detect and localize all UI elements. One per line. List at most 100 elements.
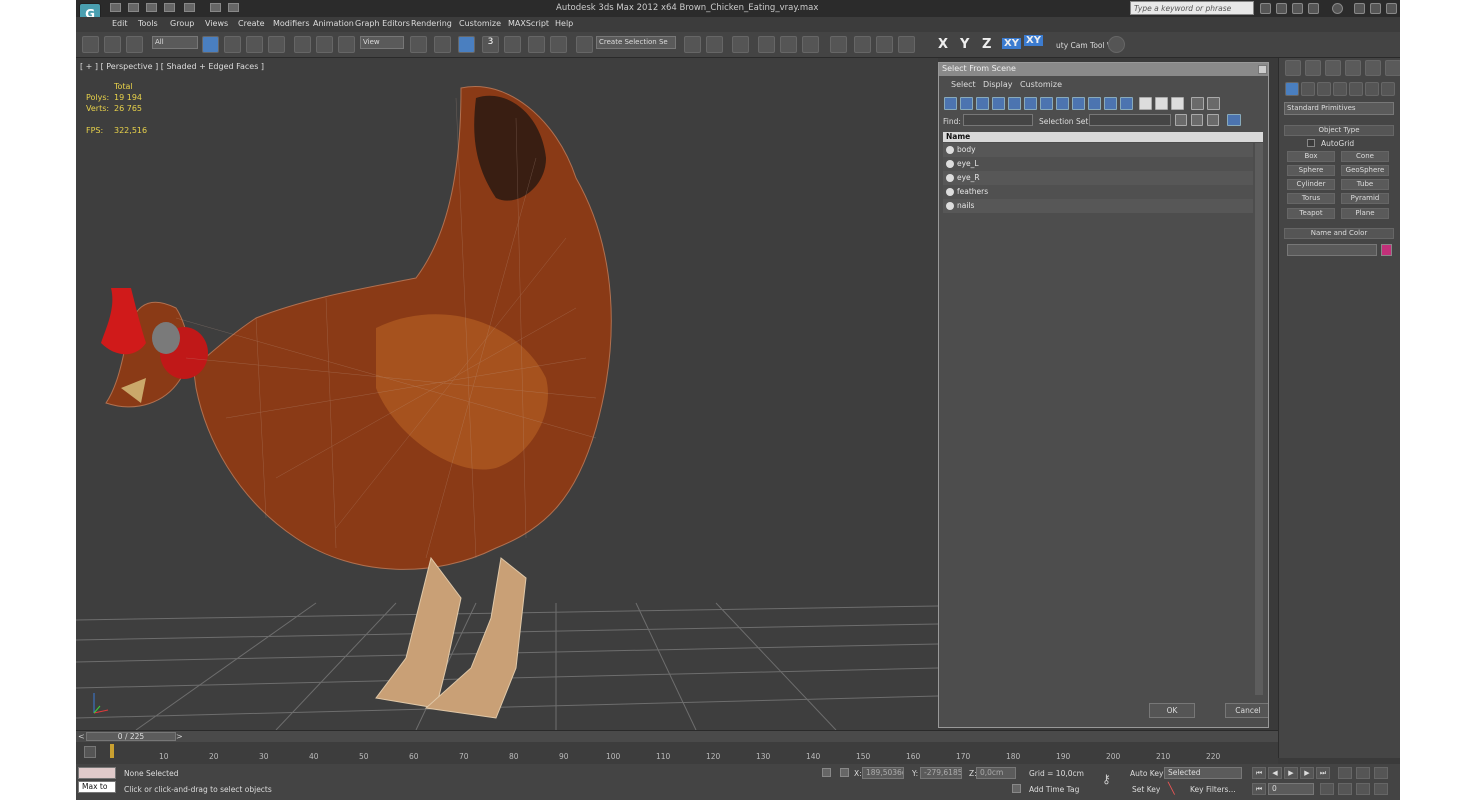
axis-z-constraint[interactable]: Z [982, 37, 991, 52]
go-to-start-icon[interactable]: ⏮ [1252, 767, 1266, 779]
display-none-icon[interactable] [1155, 97, 1168, 110]
y-coord-field[interactable]: -279,6185c [920, 767, 962, 779]
cameras-category-icon[interactable] [1333, 82, 1347, 96]
communication-icon[interactable] [1292, 3, 1303, 14]
key-mode-toggle-icon[interactable]: ⏮ [1252, 783, 1266, 795]
set-key-button[interactable]: Set Key [1132, 785, 1160, 794]
dialog-menu-customize[interactable]: Customize [1020, 80, 1062, 89]
sphere-button[interactable]: Sphere [1287, 165, 1335, 176]
list-scrollbar[interactable] [1255, 143, 1263, 695]
material-editor-icon[interactable] [830, 36, 847, 53]
unlink-selection-icon[interactable] [104, 36, 121, 53]
menu-help[interactable]: Help [555, 19, 573, 28]
render-production-icon[interactable] [898, 36, 915, 53]
menu-animation[interactable]: Animation [313, 19, 354, 28]
autogrid-checkbox[interactable] [1307, 139, 1315, 147]
selection-filter-dropdown[interactable]: All [152, 36, 198, 49]
track-ruler[interactable]: 10 20 30 40 50 60 70 80 90 100 110 120 1… [112, 742, 1238, 764]
hierarchy-tab-icon[interactable] [1325, 60, 1341, 76]
selection-set-dropdown[interactable] [1089, 114, 1171, 126]
graphite-modeling-icon[interactable] [758, 36, 775, 53]
edit-named-selection-icon[interactable] [576, 36, 593, 53]
menu-maxscript[interactable]: MAXScript [508, 19, 549, 28]
close-icon[interactable] [1386, 3, 1397, 14]
shapes-category-icon[interactable] [1301, 82, 1315, 96]
absolute-mode-icon[interactable] [840, 768, 849, 777]
select-and-scale-icon[interactable] [338, 36, 355, 53]
geometry-category-icon[interactable] [1285, 82, 1299, 96]
axis-xy-cycle-constraint[interactable]: XY [1024, 35, 1043, 46]
cylinder-button[interactable]: Cylinder [1287, 179, 1335, 190]
select-invert-icon[interactable] [1207, 114, 1219, 126]
track-bar[interactable]: 10 20 30 40 50 60 70 80 90 100 110 120 1… [76, 742, 1278, 764]
menu-create[interactable]: Create [238, 19, 265, 28]
lights-category-icon[interactable] [1317, 82, 1331, 96]
selection-lock-icon[interactable] [822, 768, 831, 777]
display-geometry-icon[interactable] [944, 97, 957, 110]
redo-icon[interactable] [184, 3, 195, 12]
axis-x-constraint[interactable]: X [938, 37, 948, 52]
hold-icon[interactable] [210, 3, 221, 12]
dialog-menu-select[interactable]: Select [951, 80, 976, 89]
teapot-button[interactable]: Teapot [1287, 208, 1335, 219]
x-coord-field[interactable]: 189,5036c [862, 767, 904, 779]
menu-group[interactable]: Group [170, 19, 194, 28]
bind-to-space-warp-icon[interactable] [126, 36, 143, 53]
tube-button[interactable]: Tube [1341, 179, 1389, 190]
systems-category-icon[interactable] [1381, 82, 1395, 96]
list-item[interactable]: feathers [943, 185, 1253, 199]
pan-view-icon[interactable] [1356, 783, 1370, 795]
display-space-warps-icon[interactable] [1024, 97, 1037, 110]
layer-manager-icon[interactable] [732, 36, 749, 53]
perspective-viewport[interactable]: [ + ] [ Perspective ] [ Shaded + Edged F… [76, 58, 938, 730]
display-hidden-icon[interactable] [1120, 97, 1133, 110]
menu-edit[interactable]: Edit [112, 19, 128, 28]
add-time-tag-button[interactable]: Add Time Tag [1029, 785, 1079, 794]
select-object-icon[interactable] [202, 36, 219, 53]
motion-tab-icon[interactable] [1345, 60, 1361, 76]
keyboard-shortcut-override-icon[interactable] [458, 36, 475, 53]
time-tag-icon[interactable] [1012, 784, 1021, 793]
previous-frame-icon[interactable]: ◀ [1268, 767, 1282, 779]
maxscript-prompt[interactable]: Max to [78, 781, 116, 793]
time-next-arrow-icon[interactable]: > [176, 732, 184, 741]
create-tab-icon[interactable] [1285, 60, 1301, 76]
time-slider[interactable]: < 0 / 225 > [76, 730, 1278, 742]
name-and-color-rollout[interactable]: Name and Color [1284, 228, 1394, 239]
cone-button[interactable]: Cone [1341, 151, 1389, 162]
display-tab-icon[interactable] [1365, 60, 1381, 76]
project-folder-icon[interactable] [228, 3, 239, 12]
select-and-link-icon[interactable] [82, 36, 99, 53]
display-groups-icon[interactable] [1040, 97, 1053, 110]
torus-button[interactable]: Torus [1287, 193, 1335, 204]
select-and-rotate-icon[interactable] [316, 36, 333, 53]
maximize-icon[interactable] [1370, 3, 1381, 14]
auto-key-button[interactable]: Auto Key [1130, 769, 1163, 778]
default-in-out-tangent-icon[interactable]: ╲ [1168, 782, 1180, 795]
maximize-viewport-icon[interactable] [1374, 783, 1388, 795]
go-to-end-icon[interactable]: ⏭ [1316, 767, 1330, 779]
utilities-tab-icon[interactable] [1385, 60, 1400, 76]
search-binoculars-icon[interactable] [1260, 3, 1271, 14]
menu-customize[interactable]: Customize [459, 19, 501, 28]
menu-rendering[interactable]: Rendering [411, 19, 452, 28]
minimize-icon[interactable] [1354, 3, 1365, 14]
space-warps-category-icon[interactable] [1365, 82, 1379, 96]
object-type-rollout[interactable]: Object Type [1284, 125, 1394, 136]
render-setup-icon[interactable] [854, 36, 871, 53]
key-mode-dropdown[interactable]: Selected [1164, 767, 1242, 779]
align-icon[interactable] [706, 36, 723, 53]
menu-views[interactable]: Views [205, 19, 228, 28]
display-helpers-icon[interactable] [1008, 97, 1021, 110]
category-dropdown[interactable]: Standard Primitives [1284, 102, 1394, 115]
plane-button[interactable]: Plane [1341, 208, 1389, 219]
select-all-icon[interactable] [1175, 114, 1187, 126]
select-and-manipulate-icon[interactable] [434, 36, 451, 53]
save-file-icon[interactable] [146, 3, 157, 12]
key-filters-button[interactable]: Key Filters... [1190, 785, 1236, 794]
display-lights-icon[interactable] [976, 97, 989, 110]
spinner-snap-icon[interactable] [550, 36, 567, 53]
list-item[interactable]: body [943, 143, 1253, 157]
list-item[interactable]: eye_R [943, 171, 1253, 185]
list-item[interactable]: eye_L [943, 157, 1253, 171]
